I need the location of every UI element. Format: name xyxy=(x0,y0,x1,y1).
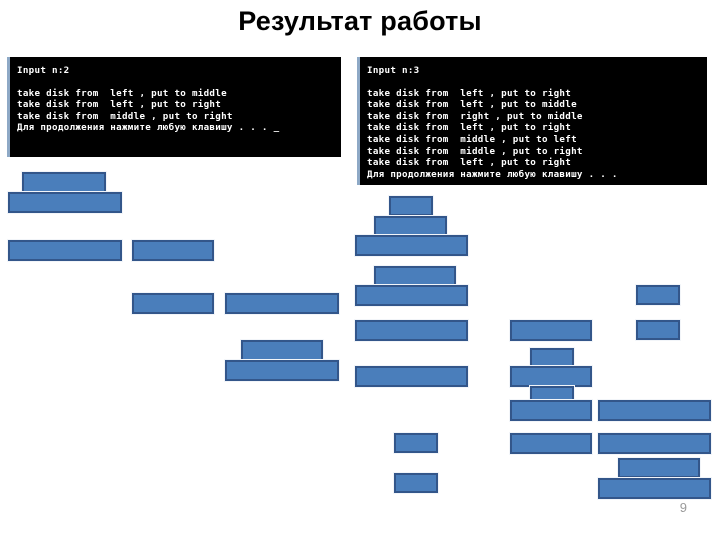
hanoi-disk xyxy=(225,360,339,381)
console-output-line: take disk from middle , put to right xyxy=(367,145,583,157)
hanoi-disk xyxy=(374,266,456,286)
hanoi-disk xyxy=(241,340,323,361)
hanoi-disk xyxy=(132,293,214,314)
hanoi-disk xyxy=(8,240,122,261)
console-prompt: Input n:2 xyxy=(17,65,70,76)
console-prompt: Input n:3 xyxy=(367,65,420,76)
page-title: Результат работы xyxy=(238,6,482,36)
console-output-line: take disk from left , put to middle xyxy=(367,99,577,111)
console-footer-prompt: Для продолжения нажмите любую клавишу . … xyxy=(367,168,618,180)
hanoi-disk xyxy=(598,478,711,499)
console-output-line: take disk from middle , put to right xyxy=(17,110,233,122)
console-footer-prompt: Для продолжения нажмите любую клавишу . … xyxy=(17,122,280,134)
console-window-n2: Input n:2 take disk from left , put to m… xyxy=(7,57,341,157)
hanoi-disk xyxy=(22,172,106,193)
hanoi-disk xyxy=(598,400,711,421)
hanoi-disk xyxy=(225,293,339,314)
hanoi-disk xyxy=(510,320,592,341)
console-output-line: take disk from left , put to right xyxy=(367,87,572,99)
hanoi-disk xyxy=(636,320,680,340)
hanoi-disk xyxy=(618,458,700,478)
console-output-line: take disk from left , put to right xyxy=(367,122,572,134)
hanoi-disk xyxy=(355,235,468,256)
hanoi-disk xyxy=(598,433,711,454)
presentation-slide: Результат работы Input n:2 take disk fro… xyxy=(0,0,720,540)
hanoi-disk xyxy=(355,366,468,387)
console-spacer xyxy=(367,77,707,88)
hanoi-disk xyxy=(8,192,122,213)
console-output-line: take disk from middle , put to left xyxy=(367,133,577,145)
hanoi-disk xyxy=(510,433,592,454)
hanoi-disk xyxy=(394,473,438,493)
console-output-line: take disk from left , put to right xyxy=(17,99,222,111)
console-output-line: take disk from right , put to middle xyxy=(367,110,583,122)
console-spacer xyxy=(17,77,341,88)
hanoi-disk xyxy=(132,240,214,261)
hanoi-disk xyxy=(510,366,592,387)
hanoi-disk xyxy=(530,348,574,368)
console-window-n3: Input n:3 take disk from left , put to r… xyxy=(357,57,707,185)
console-output-line: take disk from left , put to right xyxy=(367,157,572,169)
console-output-line: take disk from left , put to middle xyxy=(17,87,227,99)
hanoi-disk xyxy=(355,285,468,306)
hanoi-disk xyxy=(636,285,680,305)
hanoi-disk xyxy=(374,216,447,236)
hanoi-disk xyxy=(355,320,468,341)
hanoi-disk xyxy=(389,196,433,216)
hanoi-disk xyxy=(394,433,438,453)
hanoi-disk xyxy=(510,400,592,421)
page-number: 9 xyxy=(679,500,687,515)
